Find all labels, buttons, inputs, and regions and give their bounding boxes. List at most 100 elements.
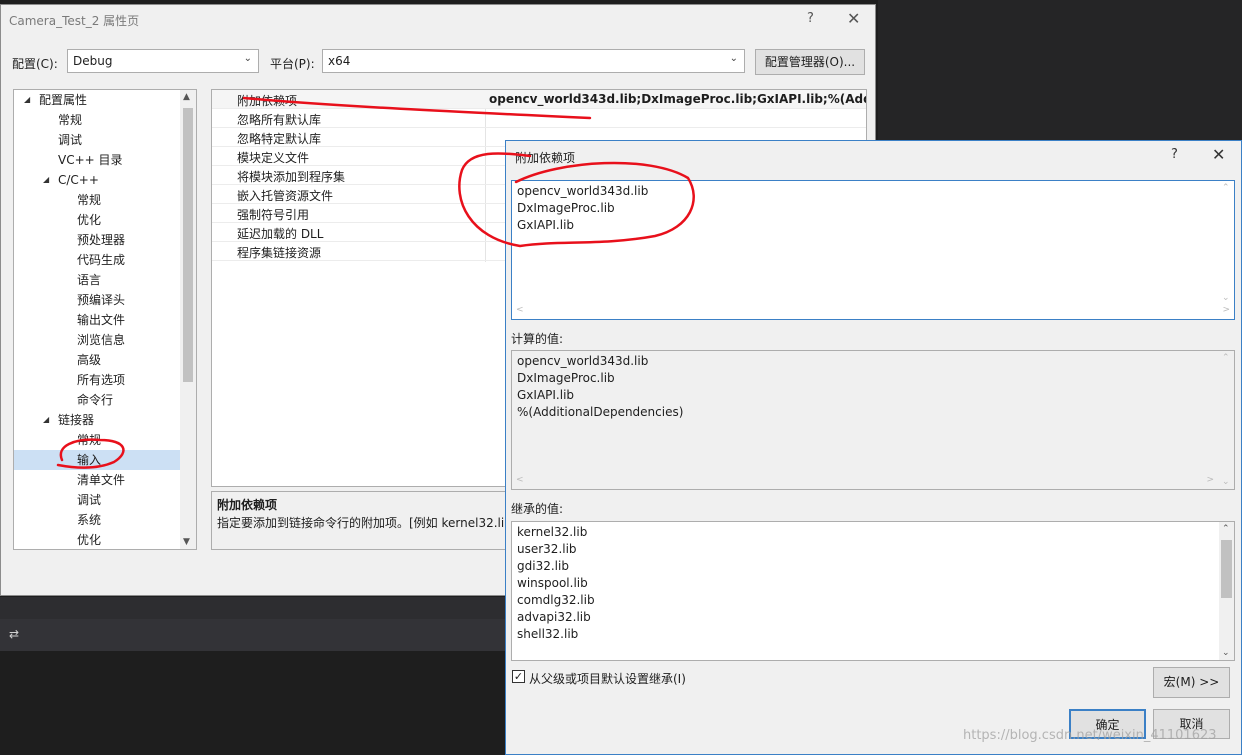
evaluated-line: %(AdditionalDependencies): [517, 405, 684, 419]
tree-item-label: C/C++: [58, 173, 99, 187]
scroll-left-icon[interactable]: <: [516, 475, 524, 485]
inherited-vscrollbar[interactable]: ⌃ ⌄: [1219, 522, 1234, 660]
ide-background: [878, 0, 1242, 140]
tree-item[interactable]: 清单文件: [77, 470, 125, 490]
tree-item[interactable]: VC++ 目录: [58, 150, 123, 170]
grid-row-value[interactable]: opencv_world343d.lib;DxImageProc.lib;GxI…: [489, 92, 866, 106]
tree-item[interactable]: 常规: [77, 190, 101, 210]
tree-item[interactable]: 所有选项: [77, 370, 125, 390]
editor-line: opencv_world343d.lib: [517, 184, 649, 198]
inherited-values: kernel32.lib user32.lib gdi32.lib winspo…: [511, 521, 1235, 661]
scroll-right-icon[interactable]: >: [1206, 475, 1214, 485]
platform-label: 平台(P):: [270, 57, 315, 71]
grid-row[interactable]: 附加依赖项 opencv_world343d.lib;DxImageProc.l…: [212, 90, 866, 109]
scroll-down-icon[interactable]: ⌄: [1222, 293, 1230, 303]
tree-scrollbar[interactable]: ▲ ▼: [180, 90, 196, 549]
config-select-value: Debug: [73, 54, 113, 68]
macro-button[interactable]: 宏(M) >>: [1153, 667, 1230, 698]
additional-dependencies-dialog: 附加依赖项 ? ✕ opencv_world343d.lib DxImagePr…: [505, 140, 1242, 755]
config-manager-button[interactable]: 配置管理器(O)...: [755, 49, 865, 75]
scroll-left-icon[interactable]: <: [516, 305, 524, 315]
tree-item-label: 配置属性: [39, 93, 88, 107]
grid-row-name: 模块定义文件: [237, 151, 310, 165]
inherit-checkbox[interactable]: ✓: [512, 670, 525, 683]
scroll-down-icon[interactable]: ▼: [183, 537, 190, 547]
platform-select[interactable]: x64 ⌄: [322, 49, 745, 73]
editor-line: GxIAPI.lib: [517, 218, 575, 232]
dependencies-editor[interactable]: opencv_world343d.lib DxImageProc.lib GxI…: [511, 180, 1235, 320]
evaluated-values: opencv_world343d.lib DxImageProc.lib GxI…: [511, 350, 1235, 490]
tree-item[interactable]: 预处理器: [77, 230, 125, 250]
grid-row-name: 嵌入托管资源文件: [237, 189, 334, 203]
evaluated-vscrollbar[interactable]: ⌃ ⌄: [1219, 351, 1234, 489]
collapse-icon[interactable]: ◢: [24, 90, 30, 110]
inherit-checkbox-label[interactable]: 从父级或项目默认设置继承(I): [529, 670, 686, 687]
config-select[interactable]: Debug ⌄: [67, 49, 259, 73]
editor-line: DxImageProc.lib: [517, 201, 615, 215]
ide-tab-strip: [0, 597, 505, 619]
help-icon[interactable]: ?: [1171, 147, 1178, 162]
scroll-up-icon[interactable]: ⌃: [1222, 353, 1230, 363]
inherited-line: gdi32.lib: [517, 559, 569, 573]
scroll-thumb[interactable]: [1221, 540, 1232, 598]
scroll-up-icon[interactable]: ⌃: [1222, 524, 1230, 534]
tree-item[interactable]: 浏览信息: [77, 330, 125, 350]
chevron-down-icon: ⌄: [729, 53, 738, 64]
ide-toolbar: ⇄: [0, 619, 505, 651]
config-label: 配置(C):: [12, 57, 58, 71]
chevron-down-icon: ⌄: [243, 53, 252, 64]
tree-item-label: 链接器: [58, 413, 95, 427]
evaluated-line: opencv_world343d.lib: [517, 354, 649, 368]
property-tree: ◢ 配置属性 常规 调试 VC++ 目录 ◢ C/C++ 常规 优化 预处理器 …: [13, 89, 197, 550]
window-title: Camera_Test_2 属性页: [9, 14, 140, 28]
scroll-thumb[interactable]: [183, 108, 193, 382]
scroll-right-icon[interactable]: >: [1222, 305, 1230, 315]
grid-row-name: 强制符号引用: [237, 208, 310, 222]
tree-item[interactable]: 常规: [77, 430, 101, 450]
tree-item[interactable]: 常规: [58, 110, 82, 130]
grid-row-name: 忽略特定默认库: [237, 132, 322, 146]
tree-item-selected[interactable]: 输入: [14, 450, 180, 470]
editor-vscrollbar[interactable]: ⌃ ⌄: [1219, 181, 1234, 319]
tree-item[interactable]: 预编译头: [77, 290, 125, 310]
grid-row-name: 延迟加载的 DLL: [237, 227, 324, 241]
tree-item[interactable]: 语言: [77, 270, 101, 290]
platform-select-value: x64: [328, 54, 351, 68]
inherited-line: advapi32.lib: [517, 610, 591, 624]
description-text: 指定要添加到链接命令行的附加项。[例如 kernel32.lib: [217, 516, 512, 530]
tree-item[interactable]: 调试: [77, 490, 101, 510]
dialog-title: 附加依赖项: [515, 151, 576, 165]
inherited-label: 继承的值:: [511, 502, 564, 516]
scroll-up-icon[interactable]: ⌃: [1222, 183, 1230, 193]
scroll-down-icon[interactable]: ⌄: [1222, 648, 1230, 658]
tree-item[interactable]: 优化: [77, 530, 101, 549]
editor-hscrollbar[interactable]: < >: [512, 305, 1234, 319]
tree-item[interactable]: 代码生成: [77, 250, 125, 270]
scroll-up-icon[interactable]: ▲: [183, 92, 190, 102]
tree-item[interactable]: 系统: [77, 510, 101, 530]
evaluated-hscrollbar[interactable]: < >: [512, 475, 1234, 489]
grid-row-name: 程序集链接资源: [237, 246, 322, 260]
inherited-line: user32.lib: [517, 542, 577, 556]
evaluated-line: DxImageProc.lib: [517, 371, 615, 385]
close-icon[interactable]: ✕: [847, 9, 860, 28]
inherited-line: winspool.lib: [517, 576, 588, 590]
inherited-line: kernel32.lib: [517, 525, 588, 539]
grid-row-name: 将模块添加到程序集: [237, 170, 346, 184]
tree-item[interactable]: 高级: [77, 350, 101, 370]
collapse-icon[interactable]: ◢: [43, 170, 49, 190]
close-icon[interactable]: ✕: [1212, 145, 1225, 164]
tree-item[interactable]: 调试: [58, 130, 82, 150]
grid-row-name: 附加依赖项: [237, 94, 298, 108]
tree-item[interactable]: 优化: [77, 210, 101, 230]
description-title: 附加依赖项: [217, 498, 278, 512]
toolbar-sync-icon[interactable]: ⇄: [9, 627, 19, 641]
help-icon[interactable]: ?: [807, 11, 814, 26]
tree-item[interactable]: 命令行: [77, 390, 113, 410]
collapse-icon[interactable]: ◢: [43, 410, 49, 430]
watermark: https://blog.csdn.net/weixin_41101623: [963, 728, 1217, 743]
evaluated-label: 计算的值:: [511, 332, 564, 346]
tree-item[interactable]: 输出文件: [77, 310, 125, 330]
grid-row[interactable]: 忽略所有默认库: [212, 109, 866, 128]
inherited-line: comdlg32.lib: [517, 593, 595, 607]
